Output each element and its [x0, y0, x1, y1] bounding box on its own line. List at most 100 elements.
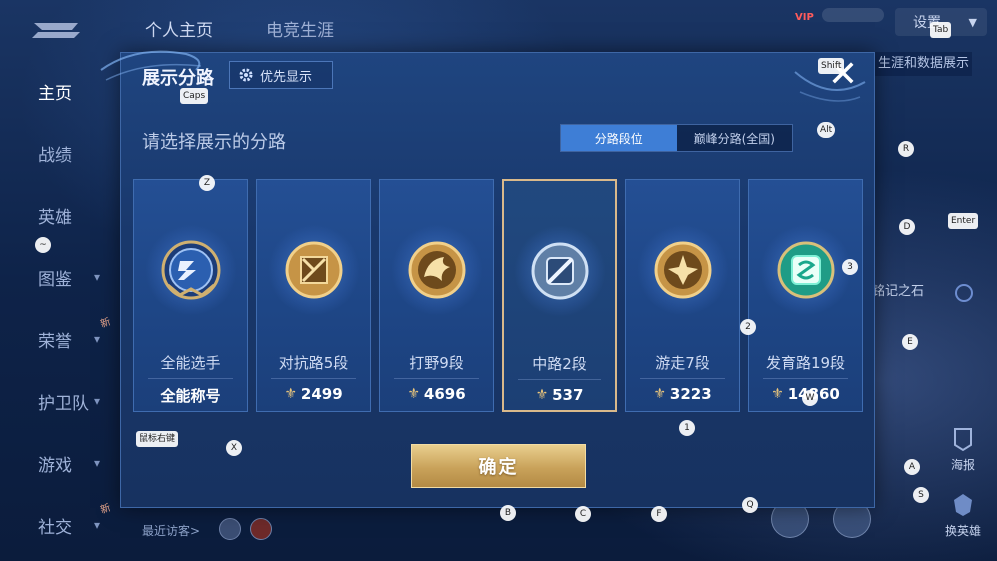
vip-badge: VIP — [795, 12, 814, 23]
key-hint: S — [913, 487, 929, 503]
key-hint: Z — [199, 175, 215, 191]
score-text: 全能称号 — [160, 387, 221, 405]
game-logo-icon[interactable] — [28, 20, 84, 42]
lane-score: ⚜ 537 — [504, 386, 615, 404]
score-text: 537 — [552, 386, 584, 404]
lane-name: 打野9段 — [409, 354, 464, 372]
lane-card-roam[interactable]: 游走7段 ⚜ 3223 — [625, 179, 740, 412]
vip-pill — [822, 8, 884, 22]
nav-item-social[interactable]: 社交 新 ▾ — [0, 494, 118, 556]
key-hint: Enter — [948, 213, 979, 229]
lane-score: ⚜ 2499 — [257, 385, 370, 403]
rank-points-icon: ⚜ — [771, 386, 784, 402]
score-text: 2499 — [300, 385, 343, 403]
lane-score: ⚜ 3223 — [626, 385, 739, 403]
lane-name: 全能选手 — [160, 354, 221, 372]
new-badge: 新 — [99, 316, 113, 331]
tab-esports-career[interactable]: 电竞生涯 — [266, 16, 334, 41]
lane-card-mid[interactable]: 中路2段 ⚜ 537 — [502, 179, 617, 412]
nav-label: 战绩 — [38, 145, 72, 166]
switch-hero-button[interactable]: 换英雄 — [933, 492, 993, 539]
key-hint: 鼠标右键 — [136, 431, 179, 447]
nav-label: 荣誉 — [38, 331, 72, 352]
divider — [640, 378, 725, 379]
key-hint: D — [899, 219, 915, 235]
priority-display-button[interactable]: 优先显示 — [229, 61, 333, 89]
key-hint: 1 — [679, 420, 695, 436]
tab-personal-home[interactable]: 个人主页 — [145, 16, 213, 41]
lane-name: 对抗路5段 — [278, 354, 349, 372]
chevron-down-icon: ▾ — [94, 394, 101, 408]
chevron-down-icon: ▼ — [968, 15, 977, 29]
clash-lane-emblem-icon — [285, 241, 342, 299]
visitor-avatar[interactable] — [250, 518, 272, 540]
score-text: 4696 — [423, 385, 466, 403]
lane-score: ⚜ 4696 — [380, 385, 493, 403]
divider — [394, 378, 479, 379]
key-hint: 2 — [740, 319, 756, 335]
nav-item-game[interactable]: 游戏 ▾ — [0, 432, 118, 494]
rank-points-icon: ⚜ — [653, 386, 666, 402]
left-nav: 主页 战绩 英雄 图鉴 ▾ 荣誉新 ▾ 护卫队 ▾ 游戏 ▾ 社交新 ▾ — [0, 60, 118, 556]
chevron-down-icon: ▾ — [94, 456, 101, 470]
key-hint: B — [500, 505, 516, 521]
nav-label: 图鉴 — [38, 269, 72, 290]
tab-peak-lane[interactable]: 巅峰分路(全国) — [676, 125, 792, 151]
divider — [518, 379, 601, 380]
nav-item-guard[interactable]: 护卫队 ▾ — [0, 370, 118, 432]
lane-mode-toggle: 分路段位 巅峰分路(全国) — [560, 124, 793, 152]
key-hint: C — [575, 506, 591, 522]
key-hint: A — [904, 459, 920, 475]
hero-icon — [954, 494, 972, 516]
priority-label: 优先显示 — [260, 69, 313, 85]
poster-icon — [954, 428, 972, 452]
visitor-avatar[interactable] — [219, 518, 241, 540]
rank-points-icon: ⚜ — [407, 386, 420, 402]
lane-card-jungle[interactable]: 打野9段 ⚜ 4696 — [379, 179, 494, 412]
confirm-button[interactable]: 确定 — [411, 444, 586, 488]
key-hint: Shift — [818, 58, 845, 74]
key-hint: F — [651, 506, 667, 522]
roam-emblem-icon — [654, 241, 711, 299]
divider — [271, 378, 356, 379]
mid-lane-emblem-icon — [531, 242, 588, 300]
rank-points-icon: ⚜ — [284, 386, 297, 402]
allround-emblem-icon — [161, 240, 220, 300]
dialog-title: 展示分路 — [142, 68, 214, 89]
recent-visitors-link[interactable]: 最近访客> — [142, 522, 200, 539]
key-hint: R — [898, 141, 914, 157]
nav-item-heroes[interactable]: 英雄 — [0, 184, 118, 246]
key-hint: Tab — [930, 22, 952, 38]
key-hint: W — [802, 390, 818, 406]
data-display-button[interactable]: 生涯和数据展示 — [870, 52, 972, 76]
key-hint: 3 — [842, 259, 858, 275]
divider — [763, 378, 848, 379]
poster-label: 海报 — [950, 458, 975, 472]
chevron-down-icon: ▾ — [94, 332, 101, 346]
lane-card-clash[interactable]: 对抗路5段 ⚜ 2499 — [256, 179, 371, 412]
nav-label: 社交 — [38, 517, 72, 538]
tab-lane-rank[interactable]: 分路段位 — [561, 125, 677, 151]
nav-item-honor[interactable]: 荣誉 新 ▾ — [0, 308, 118, 370]
switch-hero-label: 换英雄 — [944, 524, 981, 538]
divider — [148, 378, 233, 379]
nav-label: 护卫队 — [38, 393, 89, 414]
rank-points-icon: ⚜ — [535, 387, 549, 403]
key-hint: Caps — [180, 88, 209, 104]
lane-card-allround[interactable]: 全能选手 全能称号 — [133, 179, 248, 412]
memorial-stone-label[interactable]: 铭记之石 — [872, 280, 924, 299]
nav-item-record[interactable]: 战绩 — [0, 122, 118, 184]
farm-lane-emblem-icon — [777, 241, 834, 299]
chevron-down-icon: ▾ — [94, 518, 101, 532]
poster-button[interactable]: 海报 — [933, 426, 993, 473]
nav-label: 主页 — [38, 83, 72, 104]
key-hint: X — [226, 440, 242, 456]
gear-icon — [239, 68, 253, 82]
nav-item-codex[interactable]: 图鉴 ▾ — [0, 246, 118, 308]
lane-card-farm[interactable]: 发育路19段 ⚜14860 — [748, 179, 863, 412]
lane-name: 中路2段 — [532, 355, 587, 373]
score-text: 3223 — [669, 385, 712, 403]
nav-label: 英雄 — [38, 207, 72, 228]
nav-label: 游戏 — [38, 455, 72, 476]
stone-icon[interactable] — [955, 284, 973, 302]
